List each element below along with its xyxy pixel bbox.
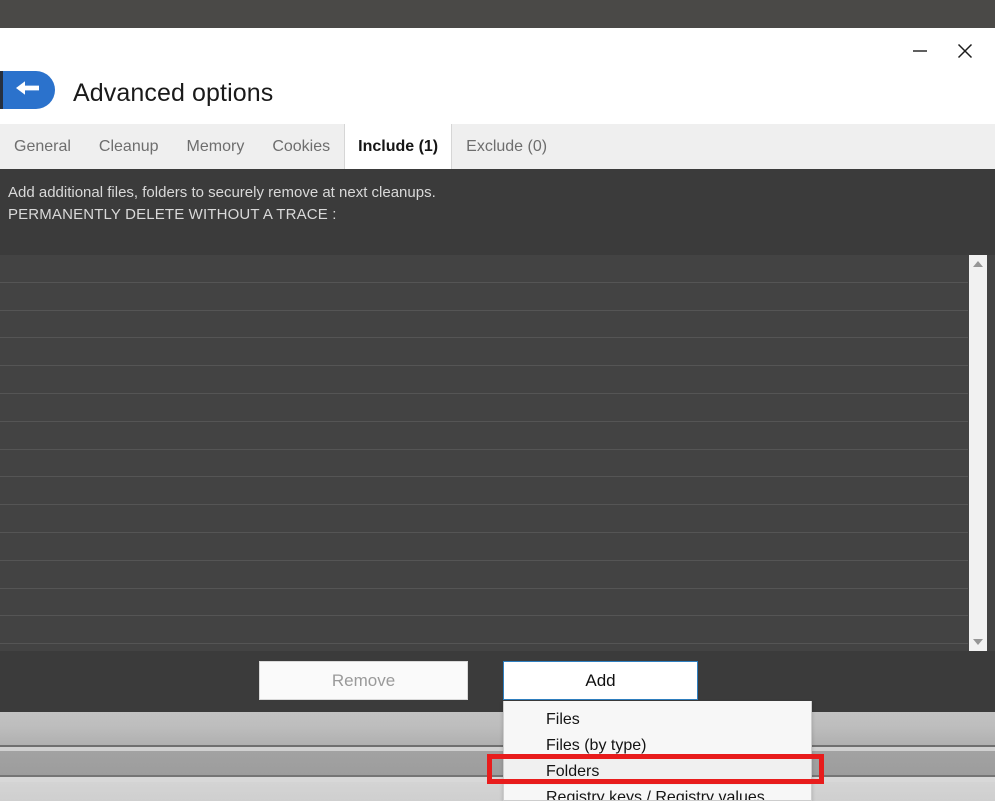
close-icon [954,40,976,62]
menu-item-files[interactable]: Files [504,707,811,733]
list-row[interactable] [0,616,968,644]
window-top-strip [0,0,995,28]
tab-label: Include (1) [358,138,438,156]
window-header: Advanced options [0,28,995,124]
scroll-up-button[interactable] [969,255,987,273]
desktop-band [0,751,995,775]
tab-label: Cookies [272,138,330,156]
menu-item-folders[interactable]: Folders [504,759,811,785]
list-row[interactable] [0,311,968,339]
content-panel: Add additional files, folders to securel… [0,169,995,712]
tab-cookies[interactable]: Cookies [258,124,344,169]
remove-button[interactable]: Remove [259,661,468,700]
close-button[interactable] [942,29,987,73]
list-row[interactable] [0,422,968,450]
menu-item-files-by-type[interactable]: Files (by type) [504,733,811,759]
tab-label: Memory [187,138,245,156]
include-list-box[interactable] [0,255,995,651]
advanced-options-window: Advanced options General Cleanup Memory … [0,0,995,712]
tab-memory[interactable]: Memory [173,124,259,169]
list-row[interactable] [0,283,968,311]
window-controls [897,28,987,74]
minimize-icon [909,40,931,62]
tab-label: Exclude (0) [466,138,547,156]
arrow-left-icon [13,78,43,103]
list-row[interactable] [0,589,968,617]
menu-item-label: Files (by type) [546,737,646,755]
description-line-2: PERMANENTLY DELETE WITHOUT A TRACE : [8,204,908,226]
tab-include[interactable]: Include (1) [344,124,452,169]
menu-item-label: Folders [546,763,599,781]
page-title: Advanced options [73,78,273,108]
description-block: Add additional files, folders to securel… [8,182,908,226]
tab-cleanup[interactable]: Cleanup [85,124,173,169]
list-row[interactable] [0,561,968,589]
tab-exclude[interactable]: Exclude (0) [452,124,561,169]
desktop-band [0,782,995,801]
list-row[interactable] [0,450,968,478]
list-row[interactable] [0,477,968,505]
desktop-band [0,712,995,745]
tab-bar: General Cleanup Memory Cookies Include (… [0,124,995,169]
back-button[interactable] [0,71,55,109]
action-bar: Remove Add [0,661,995,711]
list-row[interactable] [0,338,968,366]
add-dropdown-menu: Files Files (by type) Folders Registry k… [503,701,812,801]
menu-item-label: Registry keys / Registry values [546,789,765,801]
list-row[interactable] [0,505,968,533]
tab-general[interactable]: General [0,124,85,169]
description-line-1: Add additional files, folders to securel… [8,182,908,204]
list-row[interactable] [0,255,968,283]
tab-label: Cleanup [99,138,159,156]
triangle-down-icon [973,639,983,645]
list-row[interactable] [0,644,968,651]
list-row[interactable] [0,533,968,561]
list-scrollbar[interactable] [969,255,987,651]
menu-item-label: Files [546,711,580,729]
add-button[interactable]: Add [503,661,698,700]
include-list-rows [0,255,968,651]
tab-label: General [14,138,71,156]
scroll-down-button[interactable] [969,633,987,651]
list-row[interactable] [0,394,968,422]
menu-item-registry-keys[interactable]: Registry keys / Registry values [504,785,811,801]
list-row[interactable] [0,366,968,394]
triangle-up-icon [973,261,983,267]
minimize-button[interactable] [897,29,942,73]
